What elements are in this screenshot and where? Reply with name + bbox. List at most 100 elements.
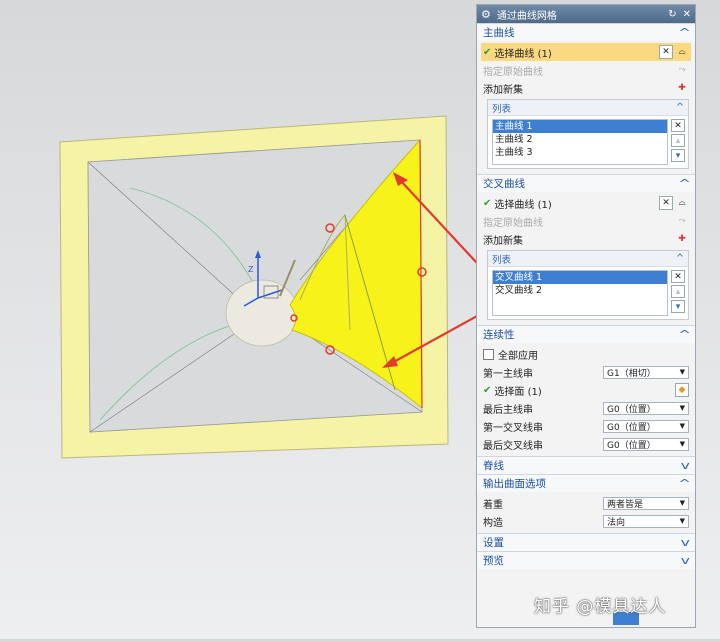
first-primary-value: G1（相切）: [607, 368, 656, 379]
chevron-up-icon[interactable]: ^: [678, 26, 691, 39]
first-primary-row: 第一主线串 G1（相切） ▼: [483, 363, 689, 381]
face-cube-icon[interactable]: ◆: [675, 383, 689, 397]
move-down-icon[interactable]: ▾: [671, 300, 685, 313]
list-item[interactable]: 交叉曲线 2: [493, 284, 667, 297]
specify-origin-row[interactable]: 指定原始曲线 ⤳: [483, 61, 689, 79]
add-new-set-label: 添加新集: [483, 235, 523, 247]
construction-label: 构造: [483, 517, 503, 529]
chevron-up-icon[interactable]: ^: [678, 328, 691, 341]
section-output-options[interactable]: 输出曲面选项 ^: [477, 474, 695, 492]
chevron-up-icon[interactable]: ^: [676, 253, 684, 264]
section-primary-label: 主曲线: [483, 27, 515, 39]
check-icon: ✔: [483, 197, 492, 209]
chevron-up-icon[interactable]: ^: [678, 477, 691, 490]
model-view: Z: [59, 115, 489, 459]
section-spine-label: 脊线: [483, 460, 504, 472]
section-continuity[interactable]: 连续性 ^: [477, 325, 695, 343]
chevron-up-icon[interactable]: ^: [676, 102, 684, 113]
last-primary-value: G0（位置）: [607, 404, 656, 415]
dropdown-arrow-icon: ▼: [679, 422, 685, 430]
mesh-dialog: ⚙ 通过曲线网格 ↻ ✕ 主曲线 ^ ✔ 选择曲线 (1) ✕ ⌓ 指定原始曲线…: [476, 4, 696, 628]
apply-all-row[interactable]: 全部应用: [483, 345, 689, 363]
select-cross-curve-label: 选择曲线 (1): [494, 199, 552, 211]
add-new-set-row[interactable]: 添加新集 ✚: [483, 230, 689, 248]
cross-list: 列表 ^ 交叉曲线 1 交叉曲线 2 ✕ ▴ ▾: [487, 250, 689, 320]
select-primary-curve-row[interactable]: ✔ 选择曲线 (1) ✕ ⌓: [481, 43, 691, 61]
section-output-label: 输出曲面选项: [483, 478, 546, 490]
check-icon: ✔: [483, 46, 492, 58]
first-cross-label: 第一交叉线串: [483, 422, 543, 434]
gear-icon[interactable]: ⚙: [481, 8, 491, 21]
cross-list-label: 列表: [492, 254, 512, 266]
apply-all-checkbox[interactable]: [483, 348, 494, 360]
chevron-down-icon[interactable]: v: [681, 459, 690, 472]
section-preview[interactable]: 预览 v: [477, 551, 695, 569]
specify-origin-label: 指定原始曲线: [483, 217, 543, 229]
chevron-down-icon[interactable]: v: [681, 536, 690, 549]
list-item[interactable]: 交叉曲线 1: [493, 271, 667, 284]
sphere: [225, 279, 299, 347]
remove-icon[interactable]: ✕: [671, 270, 685, 283]
select-face-row[interactable]: ✔ 选择面 (1) ◆: [483, 381, 689, 399]
construction-value: 法向: [607, 517, 626, 528]
first-primary-label: 第一主线串: [483, 368, 533, 380]
section-cross-label: 交叉曲线: [483, 178, 525, 190]
last-primary-select[interactable]: G0（位置） ▼: [603, 401, 689, 415]
curve-select-icon[interactable]: ⌓: [675, 196, 689, 210]
select-cross-curve-row[interactable]: ✔ 选择曲线 (1) ✕ ⌓: [483, 194, 689, 212]
close-icon[interactable]: ✕: [683, 9, 691, 20]
construction-row: 构造 法向 ▼: [483, 512, 689, 530]
dropdown-arrow-icon: ▼: [679, 368, 685, 376]
emphasis-select[interactable]: 两者皆是 ▼: [603, 496, 689, 510]
select-primary-curve-label: 选择曲线 (1): [494, 48, 552, 60]
add-set-icon[interactable]: ✚: [675, 232, 689, 246]
move-up-icon[interactable]: ▴: [671, 285, 685, 298]
check-icon: ✔: [483, 384, 492, 396]
list-item[interactable]: 主曲线 1: [493, 120, 667, 133]
cross-list-header[interactable]: 列表 ^: [488, 251, 688, 267]
list-item[interactable]: 主曲线 2: [493, 133, 667, 146]
chevron-up-icon[interactable]: ^: [678, 177, 691, 190]
origin-curve-icon[interactable]: ⤳: [675, 63, 689, 77]
move-up-icon[interactable]: ▴: [671, 134, 685, 147]
construction-select[interactable]: 法向 ▼: [603, 514, 689, 528]
emphasis-row: 着重 两者皆是 ▼: [483, 494, 689, 512]
first-cross-row: 第一交叉线串 G0（位置） ▼: [483, 417, 689, 435]
chevron-down-icon[interactable]: v: [681, 554, 690, 567]
last-cross-value: G0（位置）: [607, 440, 656, 451]
origin-curve-icon[interactable]: ⤳: [675, 214, 689, 228]
curve-rule-icon[interactable]: ✕: [659, 45, 673, 59]
add-new-set-row[interactable]: 添加新集 ✚: [483, 79, 689, 97]
section-cross-curves[interactable]: 交叉曲线 ^: [477, 174, 695, 192]
apply-all-label: 全部应用: [498, 350, 538, 362]
primary-list-header[interactable]: 列表 ^: [488, 100, 688, 116]
dialog-title: 通过曲线网格: [496, 10, 557, 22]
first-cross-select[interactable]: G0（位置） ▼: [603, 419, 689, 433]
remove-icon[interactable]: ✕: [671, 119, 685, 132]
dropdown-arrow-icon: ▼: [679, 517, 685, 525]
section-settings[interactable]: 设置 v: [477, 533, 695, 551]
primary-list-items: 主曲线 1 主曲线 2 主曲线 3: [492, 119, 668, 165]
specify-origin-row[interactable]: 指定原始曲线 ⤳: [483, 212, 689, 230]
move-down-icon[interactable]: ▾: [671, 149, 685, 162]
cross-list-items: 交叉曲线 1 交叉曲线 2: [492, 270, 668, 316]
primary-list-label: 列表: [492, 103, 512, 115]
dropdown-arrow-icon: ▼: [679, 499, 685, 507]
graphics-viewport[interactable]: Z: [0, 0, 489, 639]
watermark: 知乎 @模具达人: [534, 597, 667, 617]
add-set-icon[interactable]: ✚: [675, 81, 689, 95]
reset-icon[interactable]: ↻: [668, 9, 676, 20]
section-preview-label: 预览: [483, 555, 504, 567]
section-settings-label: 设置: [483, 537, 504, 549]
last-primary-label: 最后主线串: [483, 404, 533, 416]
section-spine[interactable]: 脊线 v: [477, 456, 695, 474]
last-cross-select[interactable]: G0（位置） ▼: [603, 437, 689, 451]
dropdown-arrow-icon: ▼: [679, 404, 685, 412]
emphasis-label: 着重: [483, 499, 503, 511]
first-primary-select[interactable]: G1（相切） ▼: [603, 365, 689, 379]
curve-select-icon[interactable]: ⌓: [675, 45, 689, 59]
list-item[interactable]: 主曲线 3: [493, 146, 667, 159]
curve-rule-icon[interactable]: ✕: [659, 196, 673, 210]
section-primary-curves[interactable]: 主曲线 ^: [477, 23, 695, 41]
add-new-set-label: 添加新集: [483, 84, 523, 96]
